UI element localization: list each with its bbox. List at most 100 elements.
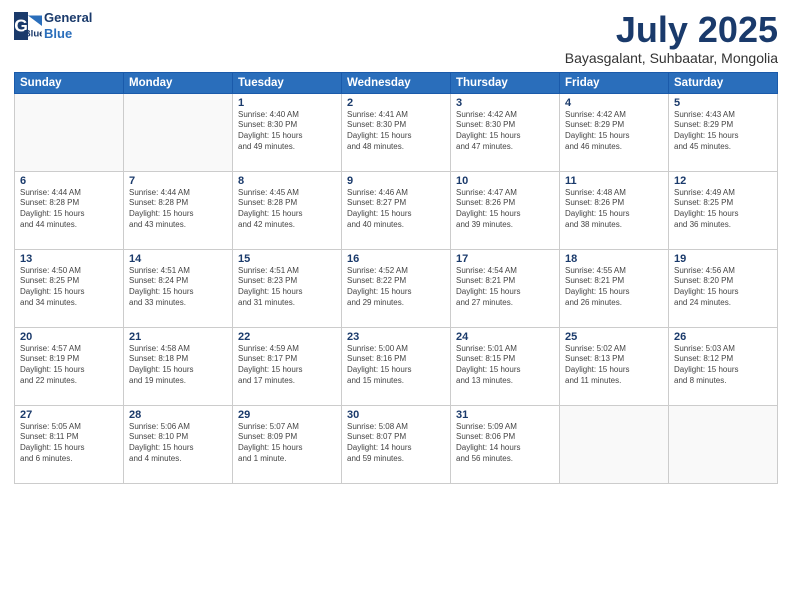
day-info: Sunrise: 4:58 AM Sunset: 8:18 PM Dayligh… — [129, 344, 227, 387]
day-number: 3 — [456, 97, 554, 109]
calendar-cell: 16Sunrise: 4:52 AM Sunset: 8:22 PM Dayli… — [342, 249, 451, 327]
calendar-cell: 11Sunrise: 4:48 AM Sunset: 8:26 PM Dayli… — [560, 171, 669, 249]
calendar-cell: 24Sunrise: 5:01 AM Sunset: 8:15 PM Dayli… — [451, 327, 560, 405]
day-info: Sunrise: 4:42 AM Sunset: 8:29 PM Dayligh… — [565, 110, 663, 153]
calendar-cell: 12Sunrise: 4:49 AM Sunset: 8:25 PM Dayli… — [669, 171, 778, 249]
calendar-cell: 25Sunrise: 5:02 AM Sunset: 8:13 PM Dayli… — [560, 327, 669, 405]
calendar-table: Sunday Monday Tuesday Wednesday Thursday… — [14, 72, 778, 484]
day-info: Sunrise: 5:07 AM Sunset: 8:09 PM Dayligh… — [238, 422, 336, 465]
calendar-cell: 6Sunrise: 4:44 AM Sunset: 8:28 PM Daylig… — [15, 171, 124, 249]
day-info: Sunrise: 4:40 AM Sunset: 8:30 PM Dayligh… — [238, 110, 336, 153]
calendar-cell: 7Sunrise: 4:44 AM Sunset: 8:28 PM Daylig… — [124, 171, 233, 249]
calendar-cell: 26Sunrise: 5:03 AM Sunset: 8:12 PM Dayli… — [669, 327, 778, 405]
day-number: 18 — [565, 253, 663, 265]
day-info: Sunrise: 4:45 AM Sunset: 8:28 PM Dayligh… — [238, 188, 336, 231]
day-info: Sunrise: 5:05 AM Sunset: 8:11 PM Dayligh… — [20, 422, 118, 465]
calendar-cell — [560, 405, 669, 483]
calendar-week-row: 27Sunrise: 5:05 AM Sunset: 8:11 PM Dayli… — [15, 405, 778, 483]
day-info: Sunrise: 4:51 AM Sunset: 8:23 PM Dayligh… — [238, 266, 336, 309]
calendar-cell — [124, 93, 233, 171]
calendar-cell: 19Sunrise: 4:56 AM Sunset: 8:20 PM Dayli… — [669, 249, 778, 327]
calendar-cell: 29Sunrise: 5:07 AM Sunset: 8:09 PM Dayli… — [233, 405, 342, 483]
day-info: Sunrise: 5:03 AM Sunset: 8:12 PM Dayligh… — [674, 344, 772, 387]
day-number: 5 — [674, 97, 772, 109]
day-number: 13 — [20, 253, 118, 265]
calendar-cell: 22Sunrise: 4:59 AM Sunset: 8:17 PM Dayli… — [233, 327, 342, 405]
day-number: 7 — [129, 175, 227, 187]
calendar-cell: 31Sunrise: 5:09 AM Sunset: 8:06 PM Dayli… — [451, 405, 560, 483]
day-info: Sunrise: 4:54 AM Sunset: 8:21 PM Dayligh… — [456, 266, 554, 309]
day-number: 20 — [20, 331, 118, 343]
day-number: 4 — [565, 97, 663, 109]
calendar-cell: 10Sunrise: 4:47 AM Sunset: 8:26 PM Dayli… — [451, 171, 560, 249]
day-info: Sunrise: 4:44 AM Sunset: 8:28 PM Dayligh… — [20, 188, 118, 231]
calendar-cell: 23Sunrise: 5:00 AM Sunset: 8:16 PM Dayli… — [342, 327, 451, 405]
day-info: Sunrise: 5:01 AM Sunset: 8:15 PM Dayligh… — [456, 344, 554, 387]
day-number: 30 — [347, 409, 445, 421]
day-number: 29 — [238, 409, 336, 421]
calendar-cell — [669, 405, 778, 483]
calendar-week-row: 13Sunrise: 4:50 AM Sunset: 8:25 PM Dayli… — [15, 249, 778, 327]
calendar-cell: 13Sunrise: 4:50 AM Sunset: 8:25 PM Dayli… — [15, 249, 124, 327]
day-number: 9 — [347, 175, 445, 187]
day-number: 12 — [674, 175, 772, 187]
logo: G Blue General Blue — [14, 10, 92, 41]
day-info: Sunrise: 5:08 AM Sunset: 8:07 PM Dayligh… — [347, 422, 445, 465]
calendar-cell: 21Sunrise: 4:58 AM Sunset: 8:18 PM Dayli… — [124, 327, 233, 405]
day-info: Sunrise: 4:44 AM Sunset: 8:28 PM Dayligh… — [129, 188, 227, 231]
day-info: Sunrise: 4:41 AM Sunset: 8:30 PM Dayligh… — [347, 110, 445, 153]
day-info: Sunrise: 4:51 AM Sunset: 8:24 PM Dayligh… — [129, 266, 227, 309]
calendar-cell — [15, 93, 124, 171]
calendar-cell: 15Sunrise: 4:51 AM Sunset: 8:23 PM Dayli… — [233, 249, 342, 327]
day-number: 26 — [674, 331, 772, 343]
day-number: 15 — [238, 253, 336, 265]
day-info: Sunrise: 4:56 AM Sunset: 8:20 PM Dayligh… — [674, 266, 772, 309]
day-info: Sunrise: 4:57 AM Sunset: 8:19 PM Dayligh… — [20, 344, 118, 387]
calendar-week-row: 6Sunrise: 4:44 AM Sunset: 8:28 PM Daylig… — [15, 171, 778, 249]
calendar-cell: 18Sunrise: 4:55 AM Sunset: 8:21 PM Dayli… — [560, 249, 669, 327]
calendar-cell: 5Sunrise: 4:43 AM Sunset: 8:29 PM Daylig… — [669, 93, 778, 171]
day-number: 14 — [129, 253, 227, 265]
day-info: Sunrise: 5:00 AM Sunset: 8:16 PM Dayligh… — [347, 344, 445, 387]
location-title: Bayasgalant, Suhbaatar, Mongolia — [565, 50, 778, 66]
day-info: Sunrise: 5:06 AM Sunset: 8:10 PM Dayligh… — [129, 422, 227, 465]
col-wednesday: Wednesday — [342, 72, 451, 93]
day-info: Sunrise: 4:43 AM Sunset: 8:29 PM Dayligh… — [674, 110, 772, 153]
calendar-cell: 30Sunrise: 5:08 AM Sunset: 8:07 PM Dayli… — [342, 405, 451, 483]
col-monday: Monday — [124, 72, 233, 93]
title-block: July 2025 Bayasgalant, Suhbaatar, Mongol… — [565, 10, 778, 66]
logo-line1: General — [44, 10, 92, 26]
day-number: 1 — [238, 97, 336, 109]
day-number: 27 — [20, 409, 118, 421]
calendar-cell: 3Sunrise: 4:42 AM Sunset: 8:30 PM Daylig… — [451, 93, 560, 171]
col-thursday: Thursday — [451, 72, 560, 93]
day-number: 23 — [347, 331, 445, 343]
calendar-cell: 17Sunrise: 4:54 AM Sunset: 8:21 PM Dayli… — [451, 249, 560, 327]
col-tuesday: Tuesday — [233, 72, 342, 93]
header-row: Sunday Monday Tuesday Wednesday Thursday… — [15, 72, 778, 93]
svg-text:Blue: Blue — [24, 28, 42, 39]
calendar-cell: 20Sunrise: 4:57 AM Sunset: 8:19 PM Dayli… — [15, 327, 124, 405]
day-number: 24 — [456, 331, 554, 343]
logo-icon: G Blue — [14, 12, 42, 40]
calendar-page: G Blue General Blue July 2025 Bayasgalan… — [0, 0, 792, 612]
day-info: Sunrise: 4:42 AM Sunset: 8:30 PM Dayligh… — [456, 110, 554, 153]
calendar-cell: 27Sunrise: 5:05 AM Sunset: 8:11 PM Dayli… — [15, 405, 124, 483]
calendar-cell: 2Sunrise: 4:41 AM Sunset: 8:30 PM Daylig… — [342, 93, 451, 171]
day-info: Sunrise: 4:49 AM Sunset: 8:25 PM Dayligh… — [674, 188, 772, 231]
calendar-cell: 4Sunrise: 4:42 AM Sunset: 8:29 PM Daylig… — [560, 93, 669, 171]
calendar-cell: 9Sunrise: 4:46 AM Sunset: 8:27 PM Daylig… — [342, 171, 451, 249]
day-number: 6 — [20, 175, 118, 187]
col-saturday: Saturday — [669, 72, 778, 93]
day-info: Sunrise: 4:46 AM Sunset: 8:27 PM Dayligh… — [347, 188, 445, 231]
day-number: 10 — [456, 175, 554, 187]
calendar-cell: 8Sunrise: 4:45 AM Sunset: 8:28 PM Daylig… — [233, 171, 342, 249]
calendar-week-row: 1Sunrise: 4:40 AM Sunset: 8:30 PM Daylig… — [15, 93, 778, 171]
day-info: Sunrise: 4:47 AM Sunset: 8:26 PM Dayligh… — [456, 188, 554, 231]
logo-line2: Blue — [44, 26, 92, 42]
header: G Blue General Blue July 2025 Bayasgalan… — [14, 10, 778, 66]
day-number: 8 — [238, 175, 336, 187]
day-number: 17 — [456, 253, 554, 265]
day-info: Sunrise: 5:09 AM Sunset: 8:06 PM Dayligh… — [456, 422, 554, 465]
calendar-cell: 1Sunrise: 4:40 AM Sunset: 8:30 PM Daylig… — [233, 93, 342, 171]
